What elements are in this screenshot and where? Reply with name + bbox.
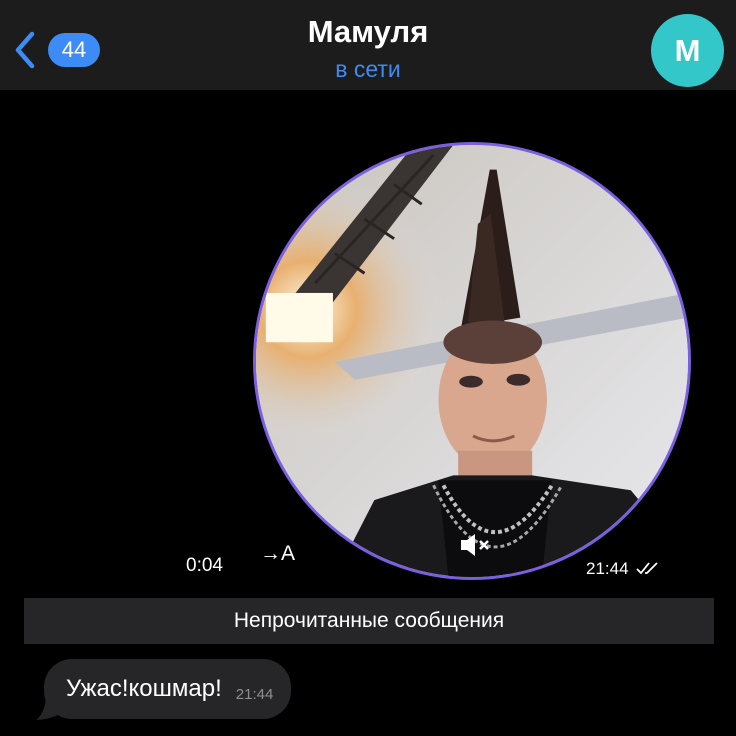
unread-divider-label: Непрочитанные сообщения [233,609,505,632]
video-frame [256,145,688,577]
chat-title[interactable]: Мамуля [0,14,736,50]
chevron-left-icon [15,31,35,69]
incoming-message-bubble[interactable]: Ужас!кошмар! 21:44 [44,659,292,719]
online-status: в сети [335,56,401,82]
video-time: 21:44 [586,559,629,578]
muted-speaker-icon[interactable] [458,530,492,560]
message-time: 21:44 [235,685,274,703]
contact-avatar[interactable]: M [651,14,724,87]
back-button[interactable]: 44 [10,28,110,72]
double-check-icon [636,562,658,575]
unread-count-badge: 44 [48,33,100,67]
video-duration: 0:04 [186,555,223,576]
unread-messages-divider: Непрочитанные сообщения [24,598,714,644]
video-message-circle[interactable] [253,142,691,580]
chat-header: 44 Мамуля в сети M [0,0,736,90]
message-text: Ужас!кошмар! [66,675,222,702]
transcribe-button[interactable]: →A [260,542,295,566]
